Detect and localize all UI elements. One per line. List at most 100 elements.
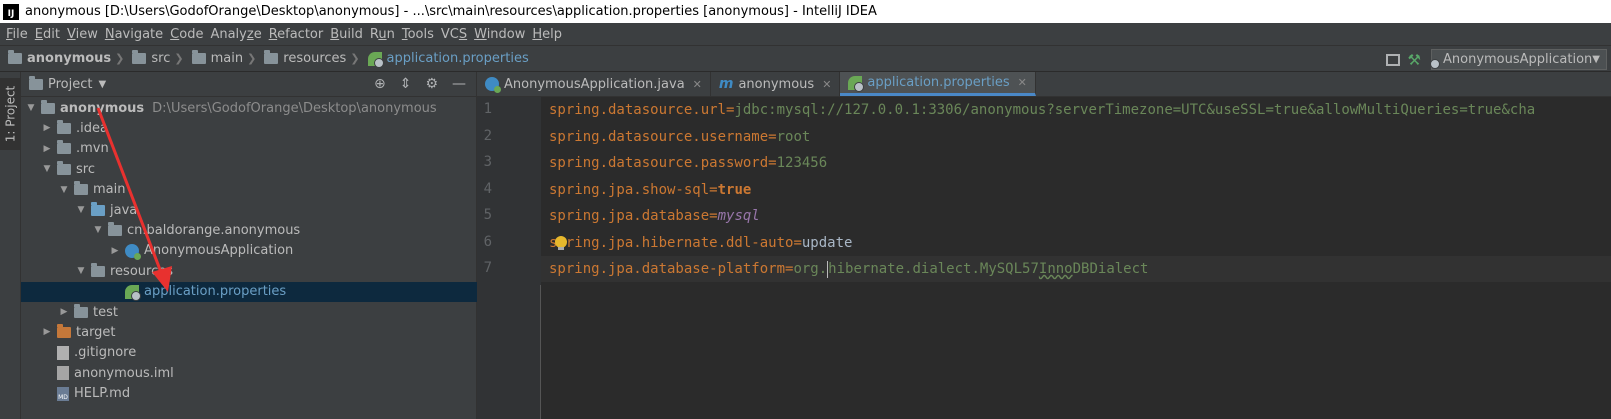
- run-configuration-dropdown[interactable]: AnonymousApplication ▼: [1430, 49, 1607, 70]
- expanded-arrow-icon[interactable]: ▼: [75, 266, 87, 276]
- tree-item-gitignore[interactable]: .gitignore: [21, 343, 477, 363]
- spring-properties-icon: [848, 75, 865, 92]
- tree-item-test[interactable]: ▶ test: [21, 302, 477, 322]
- menu-item[interactable]: Tools: [400, 27, 439, 42]
- tree-item-package[interactable]: ▼ cn.baldorange.anonymous: [21, 220, 477, 240]
- menu-item[interactable]: Analyze: [208, 27, 266, 42]
- property-key: spring.jpa.database-platform: [549, 261, 786, 277]
- tree-item-mvn[interactable]: ▶ .mvn: [21, 139, 477, 159]
- tree-item-target[interactable]: ▶ target: [21, 322, 477, 342]
- project-tool-window-tab[interactable]: 1: Project: [0, 78, 21, 150]
- menu-item[interactable]: Navigate: [103, 27, 168, 42]
- build-hammer-icon[interactable]: ⚒: [1408, 51, 1421, 69]
- close-icon[interactable]: ✕: [822, 78, 831, 91]
- file-icon: [57, 345, 69, 360]
- menu-item[interactable]: Window: [472, 27, 530, 42]
- code-line[interactable]: spring.jpa.show-sql = true: [541, 177, 1611, 203]
- tree-item-application-properties[interactable]: application.properties: [21, 281, 477, 302]
- code-editor[interactable]: spring.datasource.url = jdbc:mysql://127.0…: [541, 97, 1611, 419]
- intellij-logo-icon: IJ: [3, 3, 19, 20]
- code-line[interactable]: spring.datasource.url = jdbc:mysql://127.0…: [541, 97, 1611, 123]
- tab-anonymous-application-java[interactable]: AnonymousApplication.java ✕: [477, 72, 711, 96]
- tree-item-resources[interactable]: ▼ resources: [21, 261, 477, 281]
- property-value: org.: [793, 261, 828, 277]
- property-value: hibernate.dialect.MySQL57: [828, 261, 1039, 277]
- project-view-selector[interactable]: Project: [48, 77, 92, 92]
- property-value: 123456: [776, 155, 828, 171]
- expanded-arrow-icon[interactable]: ▼: [75, 205, 87, 215]
- expanded-arrow-icon[interactable]: ▼: [25, 103, 37, 113]
- fold-strip: [531, 97, 541, 285]
- tab-anonymous[interactable]: m anonymous ✕: [711, 72, 841, 96]
- code-line[interactable]: spring.jpa.database = mysql: [541, 203, 1611, 229]
- folder-icon: [57, 119, 71, 134]
- tree-item-anonymous[interactable]: ▼ anonymous D:\Users\GodofOrange\Desktop\a…: [21, 98, 477, 118]
- collapsed-arrow-icon[interactable]: ▶: [41, 123, 53, 133]
- breadcrumb-main[interactable]: main ❯: [191, 50, 261, 66]
- expanded-arrow-icon[interactable]: ▼: [58, 185, 70, 195]
- folder-icon: [57, 140, 71, 155]
- folder-icon: [57, 323, 71, 338]
- menu-item[interactable]: Run: [368, 27, 400, 42]
- close-icon[interactable]: ✕: [693, 78, 702, 91]
- code-line[interactable]: spring.datasource.username = root: [541, 124, 1611, 150]
- code-line[interactable]: spring.jpa.database-platform = org. hiberna…: [541, 256, 1611, 282]
- window-title: anonymous [D:\Users\GodofOrange\Desktop\…: [25, 4, 877, 19]
- folder-icon: [74, 303, 88, 318]
- tree-item-anonymous-iml[interactable]: anonymous.iml: [21, 363, 477, 383]
- folder-icon: [57, 160, 71, 175]
- code-line[interactable]: spring.datasource.password = 123456: [541, 150, 1611, 176]
- equals-sign: =: [726, 102, 735, 118]
- package-icon: [108, 221, 122, 236]
- tree-item-idea[interactable]: ▶ .idea: [21, 118, 477, 138]
- close-icon[interactable]: ✕: [1018, 76, 1027, 89]
- menu-item[interactable]: View: [65, 27, 103, 42]
- menu-item[interactable]: File: [4, 27, 33, 42]
- line-number: 5: [483, 207, 492, 223]
- tree-item-java[interactable]: ▼ java: [21, 200, 477, 220]
- breadcrumb-src[interactable]: src ❯: [132, 50, 187, 66]
- chevron-right-icon: ❯: [174, 52, 184, 65]
- tree-item-anonymous-application[interactable]: ▶ AnonymousApplication: [21, 241, 477, 261]
- typo-highlight: Inno: [1038, 261, 1073, 277]
- run-dashboard-icon[interactable]: [1385, 53, 1400, 66]
- line-number: 6: [483, 233, 492, 250]
- collapsed-arrow-icon[interactable]: ▶: [41, 327, 53, 337]
- editor-gutter: 1 2 3 4 5 6 7: [477, 97, 541, 419]
- property-key: spring.jpa.show-sql: [549, 181, 710, 198]
- property-value: update: [801, 234, 853, 251]
- menu-item[interactable]: Code: [168, 27, 208, 42]
- menu-item[interactable]: Edit: [33, 27, 65, 42]
- collapsed-arrow-icon[interactable]: ▶: [41, 144, 53, 154]
- collapsed-arrow-icon[interactable]: ▶: [58, 307, 70, 317]
- code-line[interactable]: spring.jpa.hibernate.ddl-auto = update: [541, 230, 1611, 256]
- menu-item[interactable]: Build: [328, 27, 368, 42]
- locate-target-icon[interactable]: ⊕: [374, 76, 386, 92]
- breadcrumb-anonymous[interactable]: anonymous ❯: [8, 50, 128, 66]
- dropdown-arrow-icon[interactable]: ▼: [98, 79, 106, 90]
- tree-item-help-md[interactable]: MD HELP.md: [21, 384, 477, 404]
- breadcrumb-application-properties[interactable]: application.properties: [367, 51, 529, 68]
- equals-sign: =: [709, 181, 718, 198]
- gear-icon[interactable]: ⚙: [425, 76, 438, 92]
- project-panel-header: Project ▼ ⊕ ⇕ ⚙ —: [21, 72, 476, 97]
- expanded-arrow-icon[interactable]: ▼: [92, 225, 104, 235]
- menu-item[interactable]: VCS: [439, 27, 472, 42]
- collapsed-arrow-icon[interactable]: ▶: [109, 246, 121, 256]
- expanded-arrow-icon[interactable]: ▼: [41, 164, 53, 174]
- tree-item-src[interactable]: ▼ src: [21, 159, 477, 179]
- menu-item[interactable]: Help: [530, 27, 567, 42]
- breadcrumb-resources[interactable]: resources ❯: [264, 50, 363, 66]
- tab-application-properties[interactable]: application.properties ✕: [840, 72, 1036, 96]
- menu-item[interactable]: Refactor: [267, 27, 329, 42]
- folder-icon: [74, 181, 88, 196]
- navigation-bar: anonymous ❯ src ❯ main ❯ resources ❯ applica…: [0, 45, 1611, 72]
- folder-icon: [132, 50, 147, 64]
- chevron-right-icon: ❯: [350, 52, 360, 65]
- property-key: spring.datasource.username: [549, 128, 769, 145]
- equals-sign: =: [768, 155, 777, 171]
- hide-panel-icon[interactable]: —: [452, 76, 466, 92]
- collapse-all-icon[interactable]: ⇕: [400, 76, 412, 92]
- intention-bulb-icon[interactable]: [555, 235, 567, 250]
- tree-item-main[interactable]: ▼ main: [21, 180, 477, 200]
